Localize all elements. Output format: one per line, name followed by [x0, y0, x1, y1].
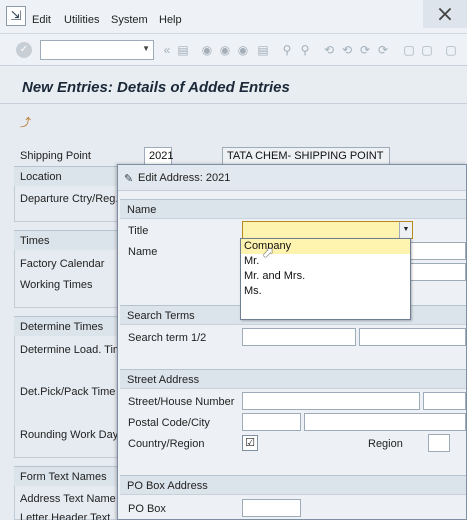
section-name: Name: [120, 199, 466, 219]
menu-edit[interactable]: Edit: [32, 14, 51, 26]
cancel-icon[interactable]: ◉: [236, 43, 250, 57]
print-icon[interactable]: ▤: [256, 43, 270, 57]
shipping-point-label: Shipping Point: [20, 150, 91, 162]
first-page-icon[interactable]: ⟲: [322, 43, 336, 57]
sap-menu-icon[interactable]: ⇲: [6, 6, 26, 26]
edit-icon: ✎: [124, 173, 134, 185]
factory-calendar-label: Factory Calendar: [20, 258, 105, 270]
shipping-point-description: TATA CHEM- SHIPPING POINT: [222, 147, 390, 165]
title-option-ms[interactable]: Ms.: [241, 284, 410, 299]
dialog-title: Edit Address: 2021: [138, 172, 231, 184]
letter-header-text-label: Letter Header Text: [20, 512, 111, 520]
section-street-address: Street Address: [120, 369, 466, 389]
find-icon[interactable]: ⚲: [280, 43, 294, 57]
search-term-2-field[interactable]: [359, 328, 466, 346]
po-box-label: PO Box: [128, 503, 166, 515]
back-icon[interactable]: «: [160, 43, 174, 57]
next-page-icon[interactable]: ⟳: [358, 43, 372, 57]
layout-menu-icon[interactable]: ▢: [444, 43, 458, 57]
save-icon[interactable]: ▤: [176, 43, 190, 57]
chevron-down-icon[interactable]: ▼: [399, 222, 412, 238]
last-page-icon[interactable]: ⟳: [376, 43, 390, 57]
back-nav-icon[interactable]: ◉: [200, 43, 214, 57]
display-change-icon[interactable]: ⤴: [20, 114, 32, 129]
search-term-label: Search term 1/2: [128, 332, 207, 344]
menu-help[interactable]: Help: [159, 14, 182, 26]
standard-toolbar: ✓ ▼ « ▤ ◉ ◉ ◉ ▤ ⚲ ⚲ ⟲ ⟲ ⟳ ⟳ ▢ ▢ ▢: [0, 34, 467, 66]
pick-pack-time-label: Det.Pick/Pack Time: [20, 386, 116, 398]
city-field[interactable]: [304, 413, 466, 431]
exit-icon[interactable]: ◉: [218, 43, 232, 57]
find-next-icon[interactable]: ⚲: [298, 43, 312, 57]
chevron-down-icon[interactable]: ▼: [142, 44, 150, 53]
new-session-icon[interactable]: ▢: [402, 43, 416, 57]
menu-system[interactable]: System: [111, 14, 148, 26]
title-option-mr-and-mrs[interactable]: Mr. and Mrs.: [241, 269, 410, 284]
rounding-work-days-label: Rounding Work Days: [20, 429, 124, 441]
command-field[interactable]: ▼: [40, 40, 154, 60]
country-region-label: Country/Region: [128, 438, 205, 450]
section-po-box-address: PO Box Address: [120, 475, 466, 495]
street-house-number-label: Street/House Number: [128, 396, 235, 408]
page-title: New Entries: Details of Added Entries: [22, 79, 290, 96]
close-window-icon[interactable]: ⨯: [423, 0, 467, 28]
enter-check-icon[interactable]: ✓: [16, 42, 32, 58]
application-toolbar: ⤴: [0, 104, 467, 138]
dialog-title-bar: ✎ Edit Address: 2021: [118, 165, 466, 191]
postal-code-field[interactable]: [242, 413, 301, 431]
title-bar: New Entries: Details of Added Entries: [0, 66, 467, 104]
country-search-help[interactable]: ☑: [242, 435, 258, 451]
region-label: Region: [368, 438, 403, 450]
region-field[interactable]: [428, 434, 450, 452]
menu-utilities[interactable]: Utilities: [64, 14, 99, 26]
determine-load-time-label: Determine Load. Time: [20, 344, 129, 356]
title-label: Title: [128, 225, 149, 237]
edit-address-dialog: ✎ Edit Address: 2021 Name Title ▼ Name S…: [117, 164, 467, 520]
mouse-pointer-icon: ⬈: [262, 244, 274, 260]
address-text-name-label: Address Text Name: [20, 493, 116, 505]
working-times-label: Working Times: [20, 279, 93, 291]
section-form-text-names: Form Text Names: [14, 466, 120, 486]
section-location: Location: [14, 166, 120, 186]
menu-bar: ⇲ Edit Utilities System Help ⨯: [0, 0, 467, 34]
postal-code-city-label: Postal Code/City: [128, 417, 210, 429]
street-field[interactable]: [242, 392, 420, 410]
shortcut-icon[interactable]: ▢: [420, 43, 434, 57]
departure-country-label: Departure Ctry/Reg.: [20, 193, 119, 205]
search-term-1-field[interactable]: [242, 328, 356, 346]
house-number-field[interactable]: [423, 392, 466, 410]
section-times: Times: [14, 230, 120, 250]
section-determine-times: Determine Times: [14, 316, 120, 336]
title-select[interactable]: ▼: [242, 221, 413, 239]
shipping-point-field[interactable]: 2021: [144, 147, 173, 165]
prev-page-icon[interactable]: ⟲: [340, 43, 354, 57]
name-label: Name: [128, 246, 158, 258]
po-box-field[interactable]: [242, 499, 301, 517]
